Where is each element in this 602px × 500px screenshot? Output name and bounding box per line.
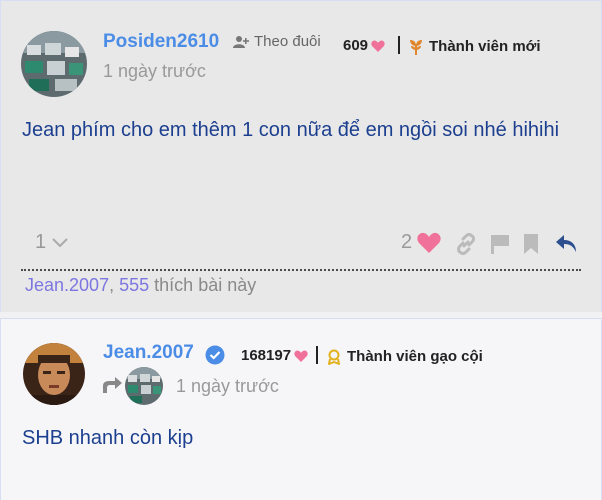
follow-label: Theo đuôi bbox=[254, 33, 321, 50]
username[interactable]: Jean.2007 bbox=[103, 342, 194, 364]
bookmark-icon bbox=[524, 234, 538, 254]
post-body: SHB nhanh còn kịp bbox=[22, 427, 194, 449]
avatar-image bbox=[21, 31, 87, 97]
post-actions: 1 2 bbox=[1, 231, 602, 261]
post-body: Jean phím cho em thêm 1 con nữa để em ng… bbox=[22, 119, 560, 141]
user-rank: Thành viên mới bbox=[409, 38, 541, 55]
like-button[interactable]: 2 bbox=[401, 231, 441, 254]
avatar[interactable] bbox=[21, 31, 87, 97]
avatar[interactable] bbox=[23, 343, 85, 405]
heart-icon bbox=[371, 40, 385, 52]
avatar-image bbox=[125, 367, 163, 405]
replies-toggle[interactable]: 1 bbox=[35, 231, 68, 254]
reply-count: 1 bbox=[35, 231, 47, 253]
post-time[interactable]: 1 ngày trước bbox=[103, 61, 206, 82]
username[interactable]: Posiden2610 bbox=[103, 31, 219, 53]
post-time[interactable]: 1 ngày trước bbox=[176, 376, 279, 397]
liked-by-separator: , bbox=[109, 275, 115, 295]
user-rank: Thành viên gạo cội bbox=[327, 348, 483, 365]
verified-check-icon bbox=[205, 345, 225, 365]
share-link-button[interactable] bbox=[455, 233, 477, 255]
likes-count: 609 bbox=[343, 37, 369, 54]
reply-to-icon bbox=[103, 377, 122, 393]
user-likes: 168197 bbox=[241, 347, 308, 364]
medal-icon bbox=[328, 349, 340, 365]
user-plus-icon bbox=[233, 35, 249, 48]
avatar-image bbox=[23, 343, 85, 405]
user-likes: 609 bbox=[343, 37, 385, 54]
heart-icon bbox=[417, 232, 441, 253]
liked-by: Jean.2007, 555 thích bài này bbox=[25, 275, 256, 296]
chevron-down-icon bbox=[52, 237, 68, 247]
like-count: 2 bbox=[401, 231, 413, 253]
link-icon bbox=[457, 233, 475, 255]
reply-button[interactable] bbox=[554, 233, 578, 255]
likes-count: 168197 bbox=[241, 347, 292, 364]
reply-to-avatar[interactable] bbox=[125, 367, 163, 405]
liked-by-others[interactable]: 555 bbox=[119, 275, 149, 295]
liked-by-suffix: thích bài này bbox=[154, 275, 257, 295]
heart-icon bbox=[294, 350, 308, 362]
post-1: Posiden2610 Theo đuôi 609 Thành viên mới… bbox=[0, 0, 602, 312]
reply-icon bbox=[556, 235, 576, 252]
sprout-icon bbox=[410, 39, 422, 55]
flag-icon bbox=[491, 235, 509, 254]
follow-button[interactable]: Theo đuôi bbox=[233, 33, 321, 50]
divider bbox=[316, 346, 318, 364]
divider bbox=[398, 36, 400, 54]
rank-label: Thành viên gạo cội bbox=[347, 348, 483, 365]
bookmark-button[interactable] bbox=[522, 233, 540, 255]
divider bbox=[21, 269, 581, 271]
post-2: Jean.2007 168197 Thành viên gạo cội 1 ng… bbox=[0, 318, 602, 500]
rank-label: Thành viên mới bbox=[429, 38, 541, 55]
liked-by-user[interactable]: Jean.2007 bbox=[25, 275, 109, 295]
flag-button[interactable] bbox=[489, 233, 511, 255]
